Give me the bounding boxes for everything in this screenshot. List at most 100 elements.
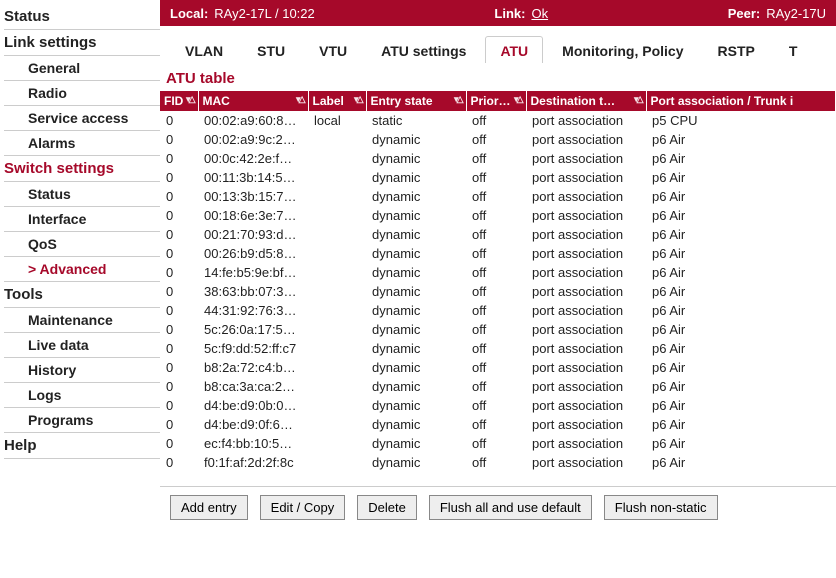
nav-tools[interactable]: Tools bbox=[4, 282, 160, 308]
cell-port: p6 Air bbox=[646, 396, 836, 415]
tab-rstp[interactable]: RSTP bbox=[703, 36, 770, 63]
nav-advanced[interactable]: Advanced bbox=[4, 257, 160, 282]
nav-history[interactable]: History bbox=[4, 358, 160, 383]
cell-port: p6 Air bbox=[646, 206, 836, 225]
table-row[interactable]: 0f0:1f:af:2d:2f:8cdynamicoffport associa… bbox=[160, 453, 836, 472]
table-row[interactable]: 000:13:3b:15:7…dynamicoffport associatio… bbox=[160, 187, 836, 206]
nav-interface[interactable]: Interface bbox=[4, 207, 160, 232]
peer-value: RAy2-17U bbox=[766, 6, 826, 21]
cell-dest: port association bbox=[526, 282, 646, 301]
nav-live-data[interactable]: Live data bbox=[4, 333, 160, 358]
sort-icon: ▾△ bbox=[354, 94, 361, 105]
cell-dest: port association bbox=[526, 225, 646, 244]
cell-label bbox=[308, 244, 366, 263]
nav-qos[interactable]: QoS bbox=[4, 232, 160, 257]
cell-port: p6 Air bbox=[646, 434, 836, 453]
nav-link-settings[interactable]: Link settings bbox=[4, 30, 160, 56]
table-row[interactable]: 0ec:f4:bb:10:5…dynamicoffport associatio… bbox=[160, 434, 836, 453]
delete-button[interactable]: Delete bbox=[357, 495, 417, 520]
col-dest[interactable]: Destination t…▾△ bbox=[526, 91, 646, 111]
cell-prio: off bbox=[466, 149, 526, 168]
nav-switch-settings[interactable]: Switch settings bbox=[4, 156, 160, 182]
cell-label bbox=[308, 149, 366, 168]
cell-dest: port association bbox=[526, 434, 646, 453]
cell-entry: static bbox=[366, 111, 466, 130]
cell-prio: off bbox=[466, 111, 526, 130]
table-row[interactable]: 000:18:6e:3e:7…dynamicoffport associatio… bbox=[160, 206, 836, 225]
tab-monitoring[interactable]: Monitoring, Policy bbox=[547, 36, 698, 63]
table-title: ATU table bbox=[160, 68, 836, 91]
cell-mac: d4:be:d9:0f:6… bbox=[198, 415, 308, 434]
cell-entry: dynamic bbox=[366, 434, 466, 453]
table-row[interactable]: 0b8:2a:72:c4:b…dynamicoffport associatio… bbox=[160, 358, 836, 377]
table-row[interactable]: 000:26:b9:d5:8…dynamicoffport associatio… bbox=[160, 244, 836, 263]
add-entry-button[interactable]: Add entry bbox=[170, 495, 248, 520]
table-row[interactable]: 05c:f9:dd:52:ff:c7dynamicoffport associa… bbox=[160, 339, 836, 358]
table-row[interactable]: 05c:26:0a:17:5…dynamicoffport associatio… bbox=[160, 320, 836, 339]
col-fid[interactable]: FID▾△ bbox=[160, 91, 198, 111]
cell-dest: port association bbox=[526, 377, 646, 396]
main-panel: Local: RAy2-17L / 10:22 Link: Ok Peer: R… bbox=[160, 0, 836, 528]
cell-fid: 0 bbox=[160, 206, 198, 225]
cell-port: p6 Air bbox=[646, 282, 836, 301]
flush-nonstatic-button[interactable]: Flush non-static bbox=[604, 495, 718, 520]
table-row[interactable]: 044:31:92:76:3…dynamicoffport associatio… bbox=[160, 301, 836, 320]
nav-service-access[interactable]: Service access bbox=[4, 106, 160, 131]
table-row[interactable]: 000:02:a9:9c:2…dynamicoffport associatio… bbox=[160, 130, 836, 149]
edit-copy-button[interactable]: Edit / Copy bbox=[260, 495, 346, 520]
nav-status[interactable]: Status bbox=[4, 4, 160, 30]
cell-fid: 0 bbox=[160, 453, 198, 472]
table-row[interactable]: 000:21:70:93:d…dynamicoffport associatio… bbox=[160, 225, 836, 244]
cell-entry: dynamic bbox=[366, 244, 466, 263]
cell-fid: 0 bbox=[160, 282, 198, 301]
cell-dest: port association bbox=[526, 415, 646, 434]
cell-fid: 0 bbox=[160, 377, 198, 396]
cell-label bbox=[308, 263, 366, 282]
flush-default-button[interactable]: Flush all and use default bbox=[429, 495, 592, 520]
col-label[interactable]: Label▾△ bbox=[308, 91, 366, 111]
tab-atu-settings[interactable]: ATU settings bbox=[366, 36, 481, 63]
tab-vtu[interactable]: VTU bbox=[304, 36, 362, 63]
nav-alarms[interactable]: Alarms bbox=[4, 131, 160, 156]
table-row[interactable]: 014:fe:b5:9e:bf…dynamicoffport associati… bbox=[160, 263, 836, 282]
table-row[interactable]: 000:02:a9:60:8…localstaticoffport associ… bbox=[160, 111, 836, 130]
nav-switch-status[interactable]: Status bbox=[4, 182, 160, 207]
cell-label bbox=[308, 168, 366, 187]
cell-fid: 0 bbox=[160, 225, 198, 244]
cell-prio: off bbox=[466, 225, 526, 244]
cell-label bbox=[308, 206, 366, 225]
cell-port: p6 Air bbox=[646, 301, 836, 320]
cell-port: p6 Air bbox=[646, 339, 836, 358]
cell-entry: dynamic bbox=[366, 396, 466, 415]
cell-entry: dynamic bbox=[366, 187, 466, 206]
table-row[interactable]: 0b8:ca:3a:ca:2…dynamicoffport associatio… bbox=[160, 377, 836, 396]
cell-prio: off bbox=[466, 358, 526, 377]
table-row[interactable]: 000:0c:42:2e:f…dynamicoffport associatio… bbox=[160, 149, 836, 168]
nav-maintenance[interactable]: Maintenance bbox=[4, 308, 160, 333]
col-prio[interactable]: Prior…▾△ bbox=[466, 91, 526, 111]
tab-stu[interactable]: STU bbox=[242, 36, 300, 63]
nav-help[interactable]: Help bbox=[4, 433, 160, 459]
col-port[interactable]: Port association / Trunk i bbox=[646, 91, 836, 111]
cell-entry: dynamic bbox=[366, 130, 466, 149]
tab-atu[interactable]: ATU bbox=[485, 36, 543, 63]
link-status[interactable]: Ok bbox=[531, 6, 548, 21]
tab-truncated[interactable]: T bbox=[774, 36, 813, 63]
table-row[interactable]: 0d4:be:d9:0b:0…dynamicoffport associatio… bbox=[160, 396, 836, 415]
nav-general[interactable]: General bbox=[4, 56, 160, 81]
nav-logs[interactable]: Logs bbox=[4, 383, 160, 408]
tab-vlan[interactable]: VLAN bbox=[170, 36, 238, 63]
cell-port: p6 Air bbox=[646, 263, 836, 282]
col-mac[interactable]: MAC▾△ bbox=[198, 91, 308, 111]
nav-radio[interactable]: Radio bbox=[4, 81, 160, 106]
nav-programs[interactable]: Programs bbox=[4, 408, 160, 433]
cell-prio: off bbox=[466, 263, 526, 282]
table-row[interactable]: 000:11:3b:14:5…dynamicoffport associatio… bbox=[160, 168, 836, 187]
col-entry[interactable]: Entry state▾△ bbox=[366, 91, 466, 111]
cell-mac: 00:02:a9:9c:2… bbox=[198, 130, 308, 149]
table-row[interactable]: 038:63:bb:07:3…dynamicoffport associatio… bbox=[160, 282, 836, 301]
cell-mac: 38:63:bb:07:3… bbox=[198, 282, 308, 301]
cell-dest: port association bbox=[526, 168, 646, 187]
cell-prio: off bbox=[466, 244, 526, 263]
table-row[interactable]: 0d4:be:d9:0f:6…dynamicoffport associatio… bbox=[160, 415, 836, 434]
